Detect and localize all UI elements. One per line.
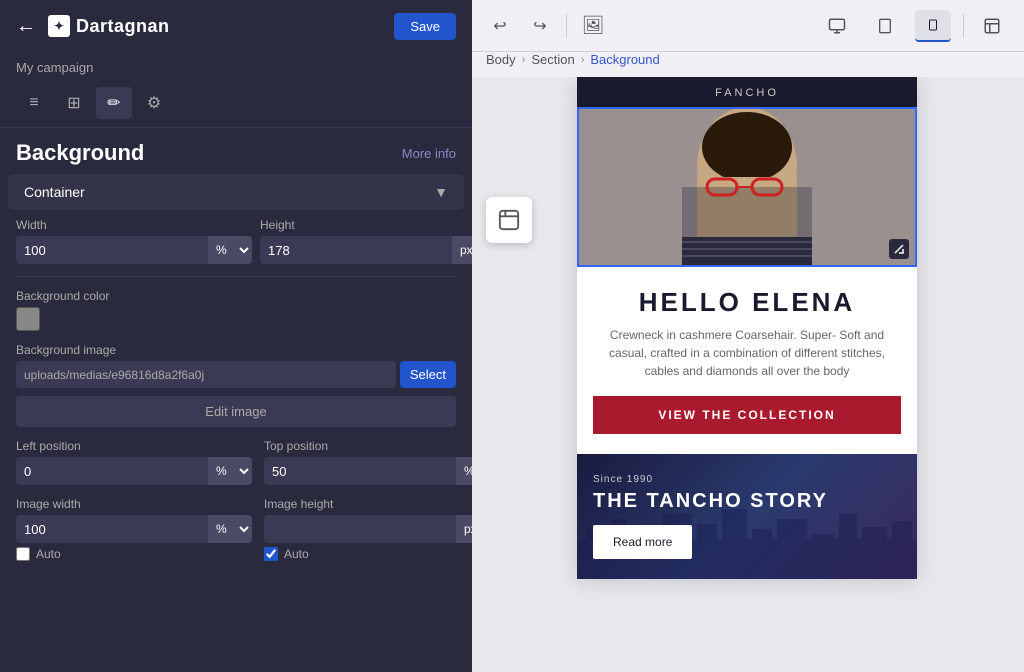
- bg-color-section: Background color: [16, 289, 456, 331]
- height-input[interactable]: [260, 236, 452, 264]
- logo-text: Dartagnan: [76, 16, 170, 37]
- width-input[interactable]: [16, 236, 208, 264]
- top-pos-label: Top position: [264, 439, 472, 453]
- width-field: Width %px: [16, 218, 252, 264]
- breadcrumb-section[interactable]: Section: [531, 52, 574, 67]
- height-unit-select[interactable]: px%: [452, 236, 472, 264]
- tab-grid[interactable]: ⊞: [56, 87, 92, 119]
- form-area: Width %px Height px%: [0, 218, 472, 573]
- tab-layout[interactable]: ≡: [16, 87, 52, 119]
- width-unit-select[interactable]: %px: [208, 236, 252, 264]
- height-label: Height: [260, 218, 472, 232]
- hero-image: [577, 107, 917, 267]
- left-pos-unit-select[interactable]: %px: [208, 457, 252, 485]
- position-row: Left position %px Top position %px: [16, 439, 456, 485]
- read-more-button[interactable]: Read more: [593, 525, 692, 559]
- img-width-unit-select[interactable]: %px: [208, 515, 252, 543]
- cta-button[interactable]: VIEW THE COLLECTION: [593, 396, 901, 434]
- left-pos-field: Left position %px: [16, 439, 252, 485]
- bg-image-label: Background image: [16, 343, 456, 357]
- save-button[interactable]: Save: [394, 13, 456, 40]
- img-height-auto-label: Auto: [284, 547, 309, 561]
- img-width-auto-label: Auto: [36, 547, 61, 561]
- img-width-auto-checkbox[interactable]: [16, 547, 30, 561]
- hero-title: HELLO ELENA: [593, 287, 901, 318]
- left-pos-label: Left position: [16, 439, 252, 453]
- share-button[interactable]: [976, 10, 1008, 42]
- top-pos-unit-select[interactable]: %px: [456, 457, 472, 485]
- more-info-button[interactable]: More info: [402, 146, 456, 161]
- breadcrumb-background[interactable]: Background: [590, 52, 659, 67]
- hero-section: HELLO ELENA Crewneck in cashmere Coarseh…: [577, 267, 917, 454]
- chevron-right-icon2: ›: [581, 54, 585, 66]
- story-title: THE TANCHO STORY: [593, 489, 901, 513]
- logo: ✦ Dartagnan: [48, 15, 170, 37]
- height-field: Height px%: [260, 218, 472, 264]
- img-width-label: Image width: [16, 497, 252, 511]
- preview-content: FANCHO: [470, 77, 1024, 672]
- desktop-device-button[interactable]: [819, 10, 855, 42]
- img-height-label: Image height: [264, 497, 472, 511]
- img-height-unit-select[interactable]: px%: [456, 515, 472, 543]
- width-label: Width: [16, 218, 252, 232]
- resize-handle[interactable]: [889, 239, 909, 259]
- panel-title: Background: [16, 140, 144, 166]
- left-pos-input[interactable]: [16, 457, 208, 485]
- image-size-row: Image width %px Auto Image height: [16, 497, 456, 561]
- dimensions-row: Width %px Height px%: [16, 218, 456, 264]
- story-since: Since 1990: [593, 474, 901, 485]
- img-height-field: Image height px% Auto: [264, 497, 472, 561]
- preview-topbar: ↩ ↪ 🖼: [470, 0, 1024, 52]
- breadcrumb: Body › Section › Background: [470, 52, 1024, 77]
- chevron-right-icon: ›: [522, 54, 526, 66]
- canvas-topbar: FANCHO: [577, 77, 917, 107]
- top-pos-field: Top position %px: [264, 439, 472, 485]
- bg-image-section: Background image Select: [16, 343, 456, 388]
- hero-desc: Crewneck in cashmere Coarsehair. Super- …: [593, 326, 901, 380]
- undo-button[interactable]: ↩: [486, 12, 514, 40]
- selection-border: [577, 107, 917, 267]
- select-button[interactable]: Select: [400, 361, 456, 388]
- container-section[interactable]: Container ▼: [8, 174, 464, 210]
- img-height-input[interactable]: [264, 515, 456, 543]
- preview-area: ↩ ↪ 🖼 Body › Section: [470, 0, 1024, 672]
- image-picker-button[interactable]: 🖼: [579, 12, 607, 40]
- app-header: ← ✦ Dartagnan Save: [0, 0, 472, 52]
- bg-color-label: Background color: [16, 289, 456, 303]
- image-path-input[interactable]: [16, 361, 396, 388]
- logo-icon: ✦: [48, 15, 70, 37]
- tab-style[interactable]: ✏: [96, 87, 132, 119]
- brand-name: FANCHO: [715, 87, 779, 99]
- story-section: Since 1990 THE TANCHO STORY Read more: [577, 454, 917, 579]
- img-width-field: Image width %px Auto: [16, 497, 252, 561]
- panel-tabs: ≡ ⊞ ✏ ⚙: [0, 79, 472, 128]
- panel-header: Background More info: [0, 128, 472, 174]
- chevron-down-icon: ▼: [434, 184, 448, 200]
- campaign-name: My campaign: [0, 52, 472, 79]
- preview-canvas: FANCHO: [577, 77, 917, 579]
- divider2: [963, 14, 964, 38]
- breadcrumb-body[interactable]: Body: [486, 52, 516, 67]
- color-preview[interactable]: [16, 307, 40, 331]
- mobile-device-button[interactable]: [915, 10, 951, 42]
- img-width-input[interactable]: [16, 515, 208, 543]
- top-pos-input[interactable]: [264, 457, 456, 485]
- redo-button[interactable]: ↪: [526, 12, 554, 40]
- floating-action-icon[interactable]: [486, 197, 532, 243]
- img-height-auto-checkbox[interactable]: [264, 547, 278, 561]
- edit-image-button[interactable]: Edit image: [16, 396, 456, 427]
- tablet-device-button[interactable]: [867, 10, 903, 42]
- container-label: Container: [24, 184, 85, 200]
- back-button[interactable]: ←: [16, 15, 36, 38]
- divider: [566, 14, 567, 38]
- tab-settings[interactable]: ⚙: [136, 87, 172, 119]
